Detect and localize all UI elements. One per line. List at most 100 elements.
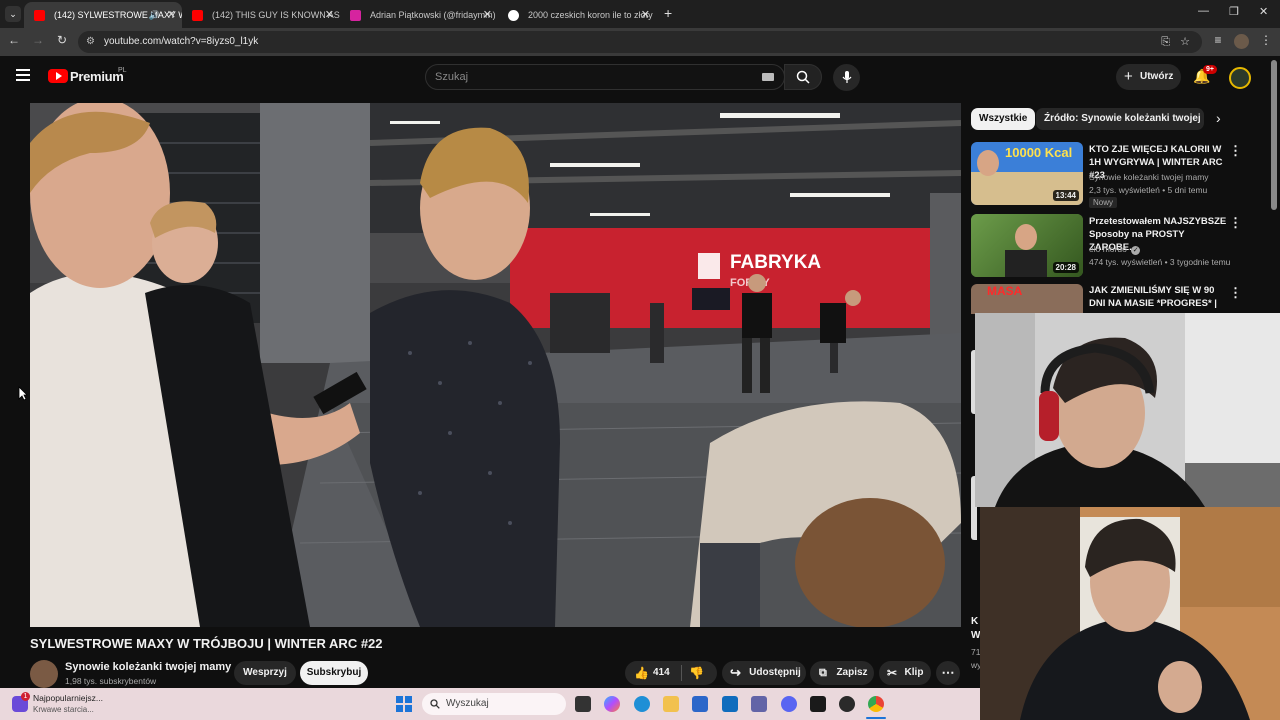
thumbs-up-icon[interactable]: 👍 (634, 661, 649, 685)
tab-title: 2000 czeskich koron ile to złoty (528, 10, 653, 20)
scissors-icon: ✂ (887, 666, 898, 680)
create-button[interactable]: + Utwórz (1116, 64, 1181, 90)
like-divider (681, 665, 682, 681)
voice-search-button[interactable] (833, 64, 860, 91)
video-title: SYLWESTROWE MAXY W TRÓJBOJU | WINTER ARC… (30, 636, 383, 651)
browser-toolbar: ← → ↻ ⚙ youtube.com/watch?v=8iyzs0_l1yk … (0, 28, 1280, 56)
subscribe-button[interactable]: Subskrybuj (300, 661, 368, 685)
outlook-icon[interactable] (722, 696, 738, 712)
search-icon (430, 699, 440, 709)
install-app-icon[interactable]: ⎘ (1161, 31, 1170, 53)
taskbar-search-input[interactable]: Wyszukaj (422, 693, 566, 715)
recommendation-menu-icon[interactable]: ⋮ (1229, 285, 1242, 301)
copilot-icon[interactable] (604, 696, 620, 712)
tab-search-chevron-icon[interactable]: ⌄ (5, 6, 21, 22)
youtube-favicon-icon (34, 10, 45, 21)
account-avatar[interactable] (1229, 67, 1251, 89)
back-arrow-icon[interactable]: ← (5, 33, 23, 47)
new-tab-button[interactable]: + (664, 5, 672, 21)
tab-4[interactable]: 2000 czeskich koron ile to złoty ✕ (498, 2, 656, 28)
keyboard-icon[interactable] (762, 73, 774, 81)
recommendation-meta: 2,3 tys. wyświetleń • 5 dni temu (1089, 185, 1208, 195)
thumb-face (1015, 224, 1037, 250)
microsoft-store-icon[interactable] (692, 696, 708, 712)
close-tab-icon[interactable]: ✕ (167, 2, 176, 28)
channel-avatar[interactable] (30, 660, 58, 688)
hamburger-menu-icon[interactable] (16, 69, 30, 81)
page-scrollbar[interactable] (1271, 60, 1277, 210)
audio-playing-icon[interactable]: 🔊 (149, 2, 160, 28)
widget-title[interactable]: Najpopularniejsz... (33, 693, 103, 703)
close-tab-icon[interactable]: ✕ (483, 2, 492, 28)
obs-icon[interactable] (839, 696, 855, 712)
taskbar: 1 Najpopularniejsz... Krwawe starcia... … (0, 688, 980, 720)
plus-icon: + (1124, 68, 1133, 85)
close-tab-icon[interactable]: ✕ (641, 2, 650, 28)
tab-3[interactable]: Adrian Piątkowski (@fridaymm) ✕ (340, 2, 498, 28)
reload-icon[interactable]: ↻ (53, 33, 71, 47)
create-label: Utwórz (1140, 71, 1174, 82)
save-button[interactable]: ⧉ Zapisz (810, 661, 874, 685)
game-app-icon[interactable] (810, 696, 826, 712)
support-button[interactable]: Wesprzyj (234, 661, 296, 685)
more-actions-icon[interactable]: ⋯ (936, 661, 960, 685)
file-explorer-icon[interactable] (663, 696, 679, 712)
webcam-overlay-bottom (980, 507, 1280, 720)
tab-title: Adrian Piątkowski (@fridaymm) (370, 10, 496, 20)
notification-count-badge: 9+ (1203, 65, 1217, 74)
thumb-caption: MASA (987, 284, 1023, 298)
recommendation-thumbnail[interactable]: 10000 Kcal 13:44 (971, 142, 1083, 205)
reading-list-icon[interactable]: ≡ (1209, 33, 1227, 47)
chrome-icon[interactable] (868, 696, 884, 712)
like-count[interactable]: 414 (653, 661, 670, 685)
microphone-icon (842, 71, 851, 83)
tab-2[interactable]: (142) THIS GUY IS KNOWN AS THE ✕ (182, 2, 340, 28)
chip-all[interactable]: Wszystkie (971, 108, 1036, 130)
recommendation-thumbnail[interactable]: MASA (971, 284, 1083, 314)
recommendation-thumbnail[interactable]: 20:28 (971, 214, 1083, 277)
edge-browser-icon[interactable] (634, 696, 650, 712)
minimize-button[interactable]: — (1198, 5, 1209, 17)
site-info-icon[interactable]: ⚙ (86, 31, 95, 53)
address-bar[interactable]: ⚙ youtube.com/watch?v=8iyzs0_l1yk ⎘ ☆ (78, 31, 1202, 53)
window-close-button[interactable]: ✕ (1259, 5, 1268, 18)
share-label: Udostępnij (749, 667, 801, 678)
google-favicon-icon (508, 10, 519, 21)
browser-menu-icon[interactable]: ⋮ (1257, 33, 1275, 47)
windows-start-icon[interactable] (396, 696, 412, 712)
search-input[interactable]: Szukaj (425, 64, 785, 90)
channel-name[interactable]: Synowie koleżanki twojej mamy (65, 661, 231, 673)
webcam-overlay-top (975, 313, 1280, 507)
forward-arrow-icon[interactable]: → (29, 33, 47, 47)
recommendation-meta: 474 tys. wyświetleń • 3 tygodnie temu (1089, 257, 1231, 267)
search-button[interactable] (784, 64, 822, 90)
discord-icon[interactable] (781, 696, 797, 712)
widget-subtitle: Krwawe starcia... (33, 705, 94, 714)
tab-active-video[interactable]: (142) SYLWESTROWE MAXY W TRÓJBOJU 🔊 ✕ (24, 2, 182, 28)
bookmark-star-icon[interactable]: ☆ (1180, 31, 1190, 53)
chip-source[interactable]: Źródło: Synowie koleżanki twojej mamy (1036, 108, 1204, 130)
subscriber-count: 1,98 tys. subskrybentów (65, 676, 157, 686)
profile-avatar[interactable] (1234, 34, 1249, 49)
clip-button[interactable]: ✂ Klip (879, 661, 931, 685)
close-tab-icon[interactable]: ✕ (325, 2, 334, 28)
recommendation-menu-icon[interactable]: ⋮ (1229, 215, 1242, 231)
new-badge: Nowy (1089, 197, 1118, 208)
restore-button[interactable]: ❐ (1229, 5, 1239, 18)
task-view-icon[interactable] (575, 696, 591, 712)
youtube-logo-icon[interactable] (48, 69, 68, 83)
teams-icon[interactable] (751, 696, 767, 712)
mouse-cursor-icon (18, 386, 28, 401)
active-app-indicator (866, 717, 886, 719)
video-player[interactable]: FABRYKA FORMY (30, 103, 961, 627)
like-dislike-group: 👍 414 👎 (625, 661, 717, 685)
search-icon (796, 70, 810, 84)
share-button[interactable]: ↪ Udostępnij (722, 661, 806, 685)
chips-next-chevron-icon[interactable]: › (1216, 110, 1221, 126)
gym-sign-text: FABRYKA (730, 252, 821, 273)
youtube-logo-text[interactable]: Premium (70, 69, 124, 84)
recommendation-channel: elo mordo ✓ (1089, 244, 1141, 255)
thumbs-down-icon[interactable]: 👎 (689, 661, 704, 685)
recommendation-menu-icon[interactable]: ⋮ (1229, 143, 1242, 159)
save-bookmark-icon: ⧉ (819, 667, 827, 679)
